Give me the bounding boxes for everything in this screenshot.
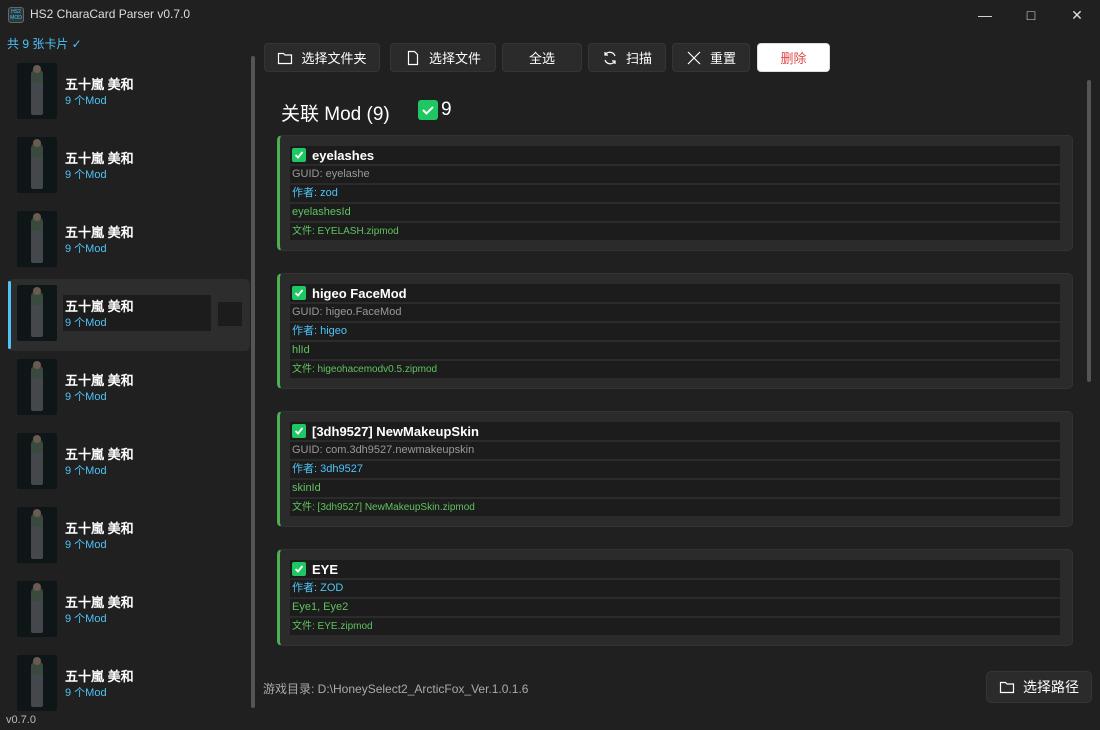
mod-count: 9 个Mod [65, 391, 107, 403]
mod-card: EYE 作者: ZOD Eye1, Eye2 文件: EYE.zipmod [277, 549, 1073, 646]
card-list-item[interactable]: 五十嵐 美和 9 个Mod [8, 205, 250, 277]
mod-count: 9 个Mod [65, 539, 107, 551]
select-all-label: 全选 [528, 51, 555, 66]
mod-author: 作者: ZOD [290, 580, 1060, 597]
card-list-item[interactable]: 五十嵐 美和 9 个Mod [8, 353, 250, 425]
mod-checkbox[interactable] [292, 424, 306, 438]
card-list-item[interactable]: 五十嵐 美和 9 个Mod [8, 575, 250, 647]
mod-checkbox[interactable] [292, 286, 306, 300]
character-thumbnail [17, 507, 57, 563]
app-logo-icon: HS2 MOD [8, 7, 24, 23]
mod-count: 9 个Mod [65, 465, 107, 477]
mod-ids: skinId [290, 480, 1060, 497]
mod-card: eyelashes GUID: eyelashe 作者: zod eyelashesI… [277, 135, 1073, 251]
character-thumbnail [17, 211, 57, 267]
mod-count: 9 个Mod [65, 95, 107, 107]
mod-name: EYE [312, 561, 339, 577]
mod-count: 9 个Mod [65, 613, 107, 625]
mod-checkbox[interactable] [292, 562, 306, 576]
mod-name: eyelashes [312, 147, 375, 163]
select-path-label: 选择路径 [1023, 679, 1079, 695]
mod-guid: GUID: com.3dh9527.newmakeupskin [290, 442, 1060, 459]
file-icon [407, 50, 419, 65]
mod-file: 文件: [3dh9527] NewMakeupSkin.zipmod [290, 499, 1060, 516]
character-thumbnail [17, 63, 57, 119]
delete-button[interactable]: 删除 [757, 43, 830, 72]
title-bar: HS2 MOD HS2 CharaCard Parser v0.7.0 — □ ✕ [0, 0, 1100, 30]
mod-name: higeo FaceMod [312, 285, 407, 301]
select-folder-button[interactable]: 选择文件夹 [264, 43, 380, 72]
checked-count: 9 [441, 99, 452, 120]
reset-button[interactable]: 重置 [672, 43, 750, 72]
card-list-item[interactable]: 五十嵐 美和 9 个Mod [8, 57, 250, 129]
mod-title-row: eyelashes [290, 146, 1060, 164]
card-list-item[interactable]: 五十嵐 美和 9 个Mod [8, 649, 250, 721]
character-thumbnail [17, 137, 57, 193]
folder-icon [999, 681, 1015, 694]
checked-icon [418, 100, 438, 120]
mod-author: 作者: 3dh9527 [290, 461, 1060, 478]
mod-count: 9 个Mod [65, 687, 107, 699]
version-label: v0.7.0 [6, 714, 36, 726]
mod-count: 9 个Mod [65, 169, 107, 181]
character-thumbnail [17, 359, 57, 415]
main-scrollbar[interactable] [1087, 80, 1091, 382]
mod-count: 9 个Mod [65, 243, 107, 255]
mod-list: eyelashes GUID: eyelashe 作者: zod eyelashesI… [270, 128, 1082, 666]
card-list-item[interactable]: 五十嵐 美和 9 个Mod [8, 131, 250, 203]
delete-label: 删除 [780, 51, 807, 66]
close-x-icon [687, 51, 701, 64]
card-list-item[interactable]: 五十嵐 美和 9 个Mod [8, 427, 250, 499]
mods-heading: 关联 Mod (9) [281, 104, 390, 125]
mod-card: [3dh9527] NewMakeupSkin GUID: com.3dh9527… [277, 411, 1073, 527]
close-button[interactable]: ✕ [1054, 0, 1100, 30]
select-file-label: 选择文件 [428, 51, 481, 66]
mod-guid: GUID: eyelashe [290, 166, 1060, 183]
mod-title-row: [3dh9527] NewMakeupSkin [290, 422, 1060, 440]
minimize-button[interactable]: — [962, 0, 1008, 30]
select-folder-label: 选择文件夹 [301, 51, 367, 66]
select-path-button[interactable]: 选择路径 [986, 671, 1092, 703]
mod-ids: Eye1, Eye2 [290, 599, 1060, 616]
mod-count: 9 个Mod [63, 313, 211, 331]
mod-author: 作者: higeo [290, 323, 1060, 340]
card-count: 共 9 张卡片 ✓ [7, 37, 82, 51]
folder-icon [278, 52, 293, 64]
item-action-box[interactable] [218, 302, 242, 326]
mod-title-row: higeo FaceMod [290, 284, 1060, 302]
game-directory: 游戏目录: D:\HoneySelect2_ArcticFox_Ver.1.0.… [263, 682, 529, 696]
mod-file: 文件: EYE.zipmod [290, 618, 1060, 635]
reset-label: 重置 [709, 51, 736, 66]
scan-button[interactable]: 扫描 [588, 43, 666, 72]
refresh-icon [604, 51, 616, 64]
window-title: HS2 CharaCard Parser v0.7.0 [30, 7, 191, 21]
maximize-button[interactable]: □ [1008, 0, 1054, 30]
character-thumbnail [17, 433, 57, 489]
character-thumbnail [17, 655, 57, 711]
mod-guid: GUID: higeo.FaceMod [290, 304, 1060, 321]
character-thumbnail [17, 581, 57, 637]
sidebar-scrollbar[interactable] [251, 56, 255, 708]
mod-checkbox[interactable] [292, 148, 306, 162]
character-thumbnail [17, 285, 57, 341]
scan-label: 扫描 [625, 51, 652, 66]
mod-ids: hlId [290, 342, 1060, 359]
card-list-item[interactable]: 五十嵐 美和 9 个Mod [8, 501, 250, 573]
mod-card: higeo FaceMod GUID: higeo.FaceMod 作者: hige… [277, 273, 1073, 389]
select-all-button[interactable]: 全选 [502, 43, 582, 72]
mod-author: 作者: zod [290, 185, 1060, 202]
mod-file: 文件: higeohacemodv0.5.zipmod [290, 361, 1060, 378]
mod-name: [3dh9527] NewMakeupSkin [312, 423, 479, 439]
mod-title-row: EYE [290, 560, 1060, 578]
mod-file: 文件: EYELASH.zipmod [290, 223, 1060, 240]
select-file-button[interactable]: 选择文件 [390, 43, 496, 72]
mod-ids: eyelashesId [290, 204, 1060, 221]
card-list-item[interactable]: 五十嵐 美和 9 个Mod [8, 279, 250, 351]
